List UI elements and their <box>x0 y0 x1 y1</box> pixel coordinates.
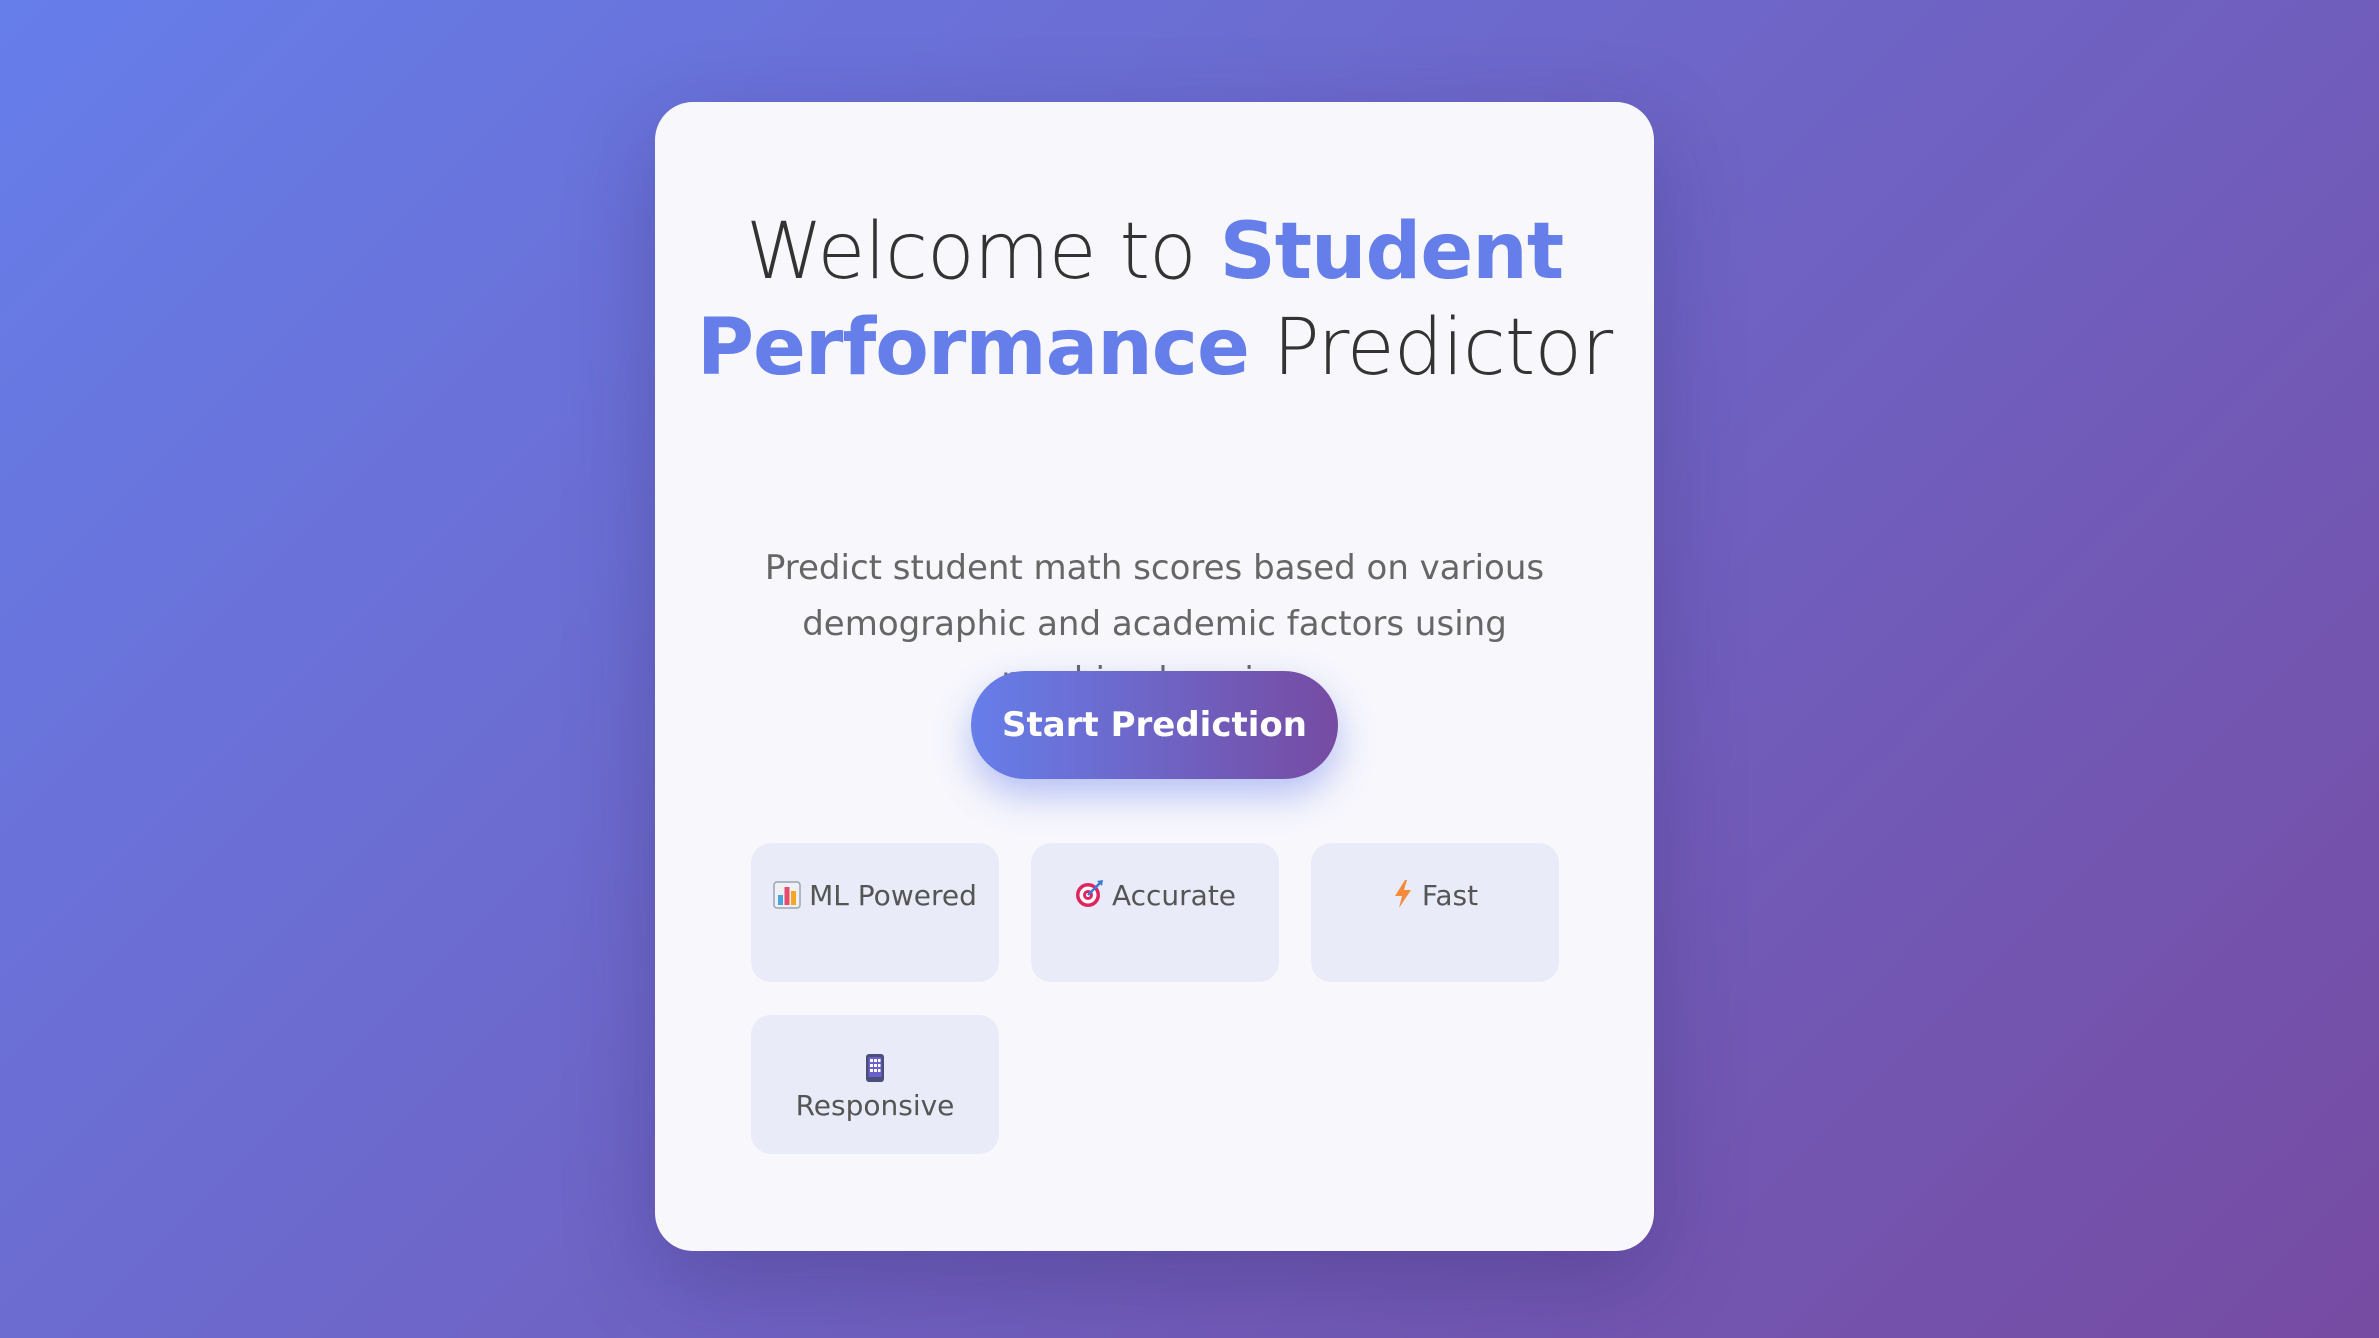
feature-accurate: Accurate <box>1031 843 1279 982</box>
welcome-card: Welcome to Student Performance Predictor… <box>655 102 1654 1251</box>
start-prediction-button[interactable]: Start Prediction <box>971 671 1338 779</box>
lightning-icon <box>1392 879 1414 909</box>
feature-label: Accurate <box>1111 879 1237 912</box>
feature-fast: Fast <box>1311 843 1559 982</box>
page-title: Welcome to Student Performance Predictor <box>655 204 1654 396</box>
title-prefix: Welcome to <box>745 207 1220 297</box>
feature-label: Fast <box>1421 879 1479 912</box>
mobile-phone-icon <box>864 1053 886 1083</box>
feature-responsive: Responsive <box>751 1015 999 1154</box>
title-suffix: Predictor <box>1248 303 1613 393</box>
target-icon <box>1074 879 1104 909</box>
feature-label: ML Powered <box>809 879 977 912</box>
feature-ml-powered: ML Powered <box>751 843 999 982</box>
feature-label: Responsive <box>795 1089 955 1122</box>
bar-chart-icon <box>773 881 801 909</box>
